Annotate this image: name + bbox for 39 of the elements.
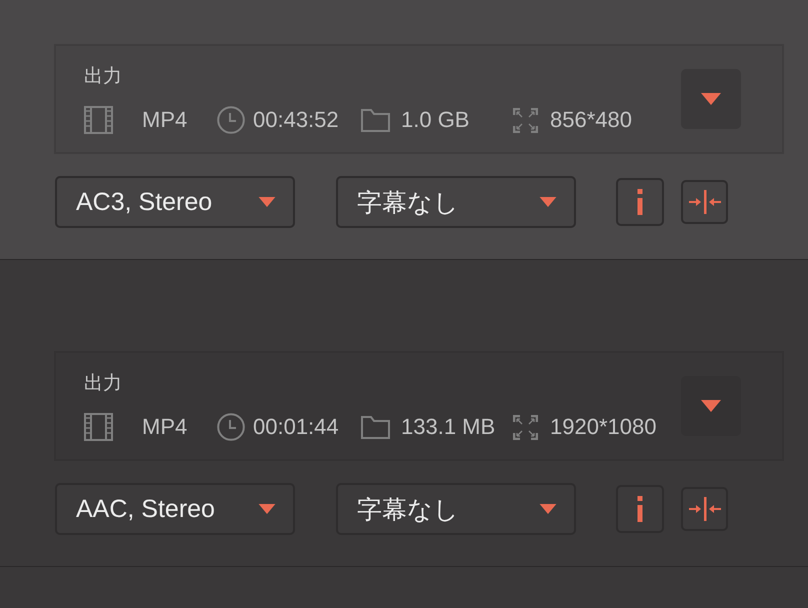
resolution-text: 1920*1080 — [550, 414, 656, 440]
caret-icon — [701, 93, 721, 105]
size-text: 133.1 MB — [401, 414, 496, 440]
split-button[interactable] — [681, 487, 728, 531]
size-text: 1.0 GB — [401, 107, 470, 133]
format-text: MP4 — [142, 414, 188, 440]
resize-icon — [513, 108, 538, 132]
info-icon — [637, 496, 643, 522]
clock-icon — [217, 106, 245, 134]
file-row[interactable]: 出力 MP4 00:43:52 1.0 GB 856*480 AC3, Stereo 字幕なし — [0, 0, 808, 260]
film-icon — [84, 106, 113, 134]
split-button[interactable] — [681, 180, 728, 224]
caret-icon — [539, 504, 557, 514]
film-icon — [84, 413, 113, 441]
resolution-text: 856*480 — [550, 107, 632, 133]
split-icon — [688, 497, 720, 521]
subtitle-dropdown[interactable]: 字幕なし — [336, 483, 576, 535]
caret-icon — [701, 400, 721, 412]
resize-icon — [513, 414, 538, 440]
clock-icon — [217, 413, 245, 441]
caret-icon — [258, 197, 276, 207]
info-icon — [637, 189, 643, 215]
expand-button[interactable] — [681, 69, 741, 129]
output-label: 出力 — [84, 66, 122, 88]
caret-icon — [258, 504, 276, 514]
duration-text: 00:01:44 — [253, 414, 339, 440]
caret-icon — [539, 197, 557, 207]
split-icon — [688, 190, 720, 214]
folder-icon — [361, 108, 390, 132]
info-button[interactable] — [616, 178, 664, 226]
output-label: 出力 — [84, 373, 122, 395]
info-button[interactable] — [616, 485, 664, 533]
folder-icon — [361, 416, 390, 438]
subtitle-dropdown[interactable]: 字幕なし — [336, 176, 576, 228]
format-text: MP4 — [142, 107, 188, 133]
audio-dropdown[interactable]: AC3, Stereo — [55, 176, 295, 228]
duration-text: 00:43:52 — [253, 107, 339, 133]
audio-dropdown[interactable]: AAC, Stereo — [55, 483, 295, 535]
expand-button[interactable] — [681, 376, 741, 436]
